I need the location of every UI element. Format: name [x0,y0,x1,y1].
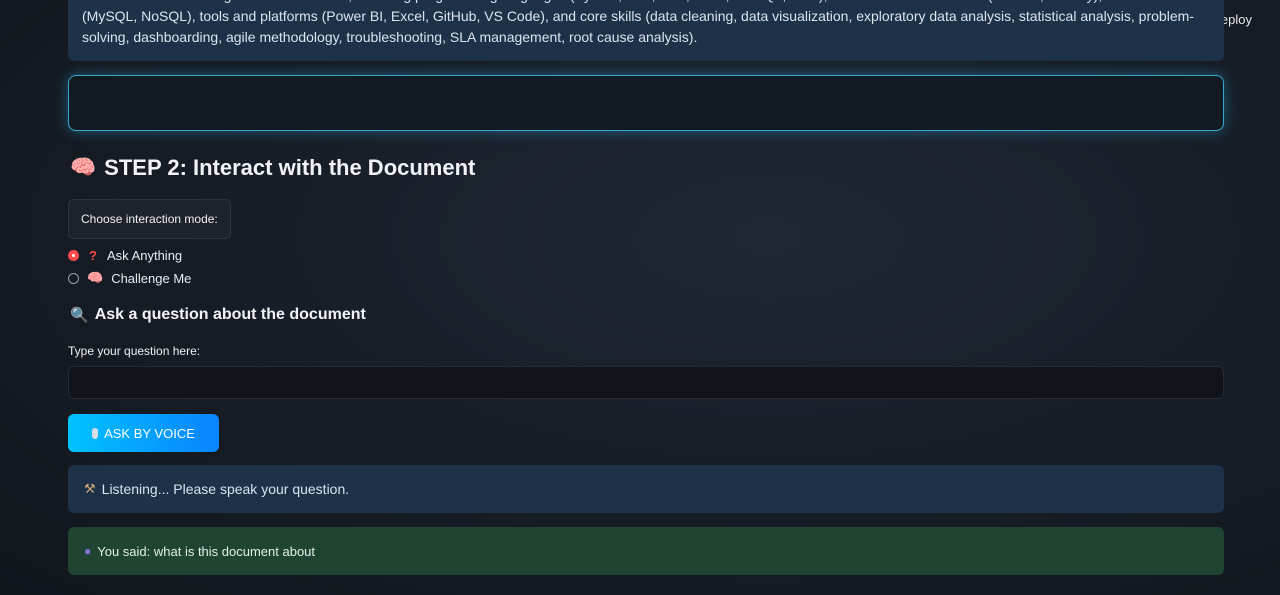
speech-bubble-icon: ● [84,544,92,558]
interaction-mode-label: Choose interaction mode: [68,199,231,239]
question-icon: ? [89,248,97,263]
radio-challenge-me-label: Challenge Me [111,270,192,286]
listening-status-box: ⚒ Listening... Please speak your questio… [68,465,1224,513]
step2-heading: 🧠 STEP 2: Interact with the Document [70,155,475,181]
document-summary-text: Skills: Anime has a range of technical s… [82,0,1194,45]
microphone-icon [92,427,99,439]
listening-status-text: Listening... Please speak your question. [101,481,350,497]
radio-challenge-me[interactable]: 🧠 Challenge Me [68,270,191,286]
radio-ask-anything[interactable]: ? Ask Anything [68,248,182,263]
ask-by-voice-button[interactable]: ASK BY VOICE [68,414,219,452]
question-input-label: Type your question here: [68,344,201,358]
you-said-box: ● You said: what is this document about [68,527,1224,575]
radio-button-checked[interactable] [68,250,79,261]
ask-by-voice-label: ASK BY VOICE [104,425,195,441]
ask-question-title: Ask a question about the document [94,306,366,323]
question-input[interactable] [68,366,1224,399]
document-summary-box: Skills: Anime has a range of technical s… [68,0,1224,61]
brain-icon: 🧠 [70,156,97,179]
radio-ask-anything-label: Ask Anything [107,248,183,263]
app-page: Deploy Skills: Anime has a range of tech… [0,0,1280,595]
step2-title: STEP 2: Interact with the Document [104,155,476,180]
ask-question-heading: 🔍 Ask a question about the document [70,306,366,324]
radio-button-unchecked[interactable] [68,272,79,284]
you-said-text: You said: what is this document about [97,543,316,559]
magnifier-icon: 🔍 [70,307,89,324]
hammer-icon: ⚒ [84,481,96,496]
brain-icon: 🧠 [87,270,104,285]
glowing-output-box [68,75,1224,131]
